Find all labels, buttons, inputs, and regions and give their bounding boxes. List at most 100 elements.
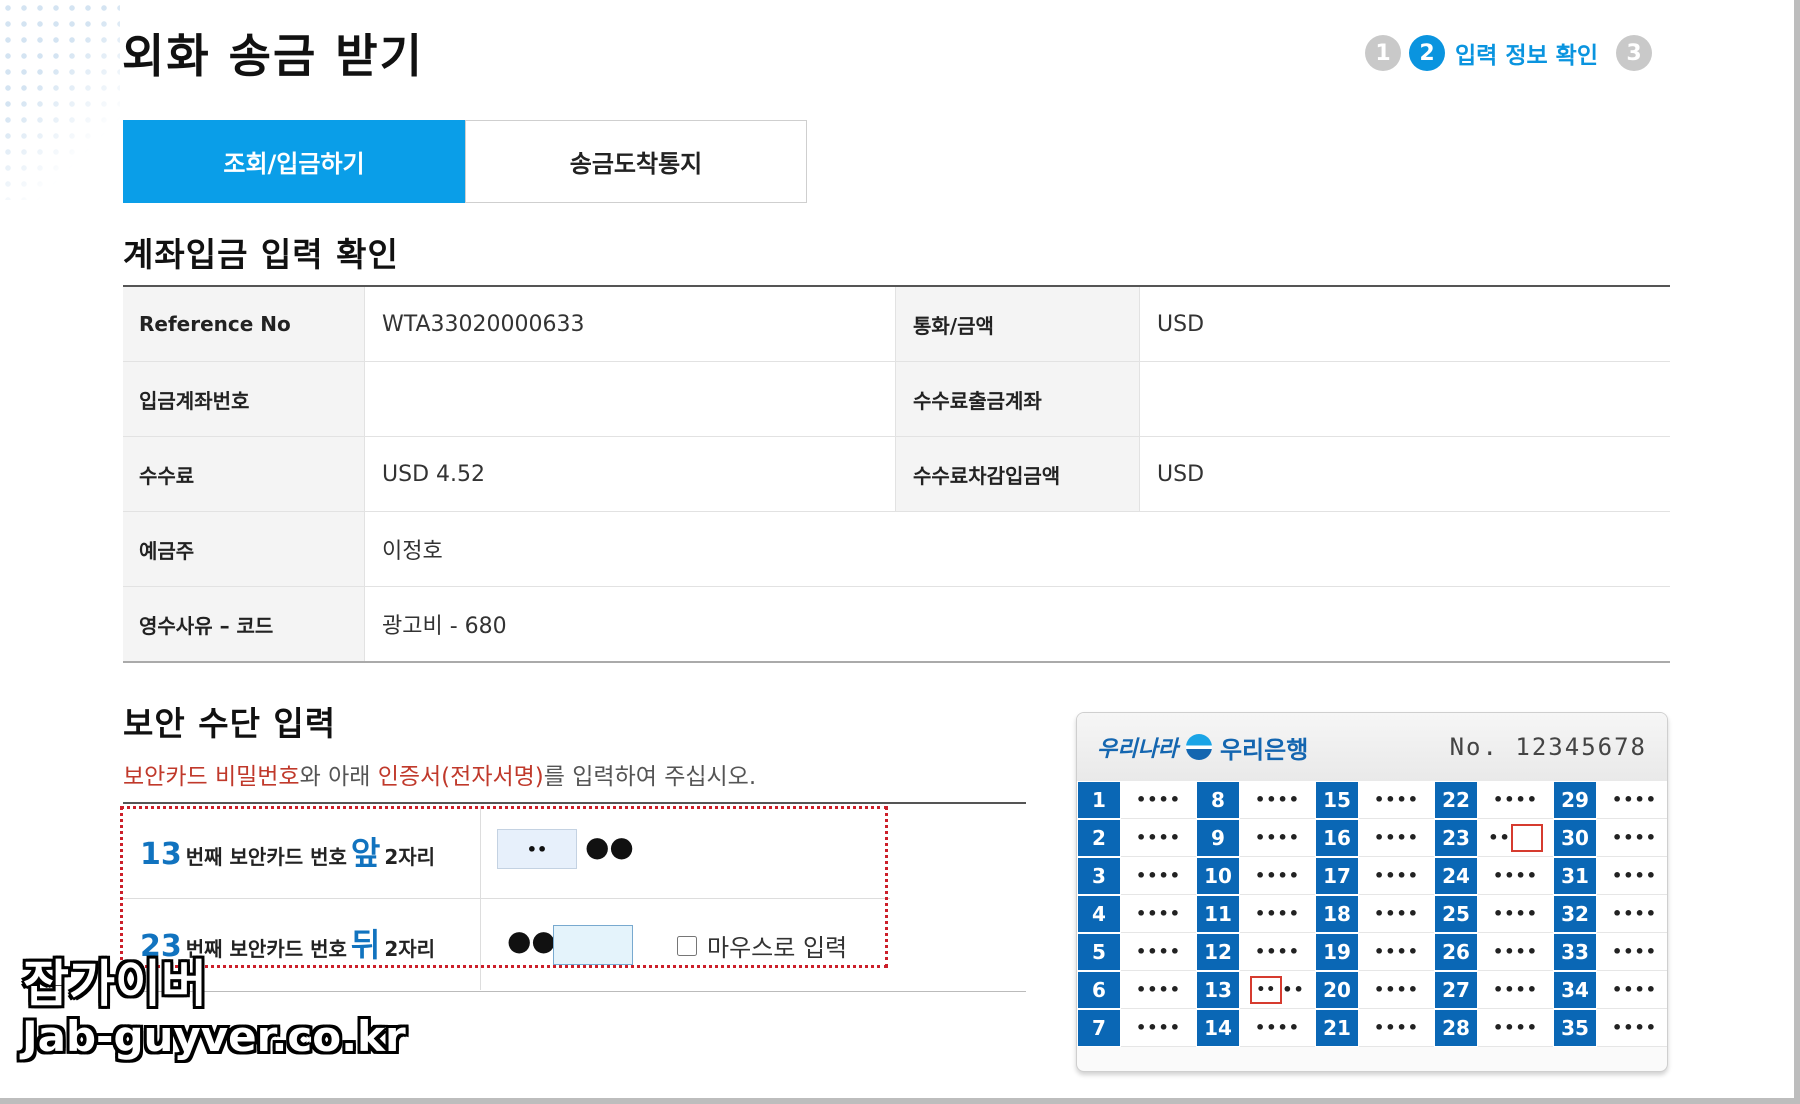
card-cell-number: 24 (1434, 857, 1478, 895)
currency-amount-label: 통화/금액 (895, 287, 1140, 361)
card-cell-number: 23 (1434, 819, 1478, 857)
masked-digits: •• (1282, 980, 1305, 999)
tab-inquiry-deposit[interactable]: 조회/입금하기 (123, 120, 465, 203)
security-card-image: 우리나라 우리은행 No. 12345678 1 •••• 8 •••• 15 •••• 2… (1076, 712, 1668, 1072)
card-cell-code: •••• (1359, 857, 1434, 895)
card-cell-code: •••• (1121, 781, 1196, 819)
currency-amount-value: USD (1157, 311, 1205, 337)
card-cell-number: 34 (1553, 971, 1597, 1009)
card-cell-code: •••• (1597, 933, 1667, 971)
card-cell-code: •••• (1359, 971, 1434, 1009)
table-row: Reference No WTA33020000633 통화/금액 USD (123, 287, 1670, 362)
security-instruction: 보안카드 비밀번호와 아래 인증서(전자서명)를 입력하여 주십시오. (123, 757, 756, 791)
page-title: 외화 송금 받기 (122, 29, 424, 83)
card-cell-number: 14 (1196, 1009, 1240, 1047)
card-cell-code: •••• (1121, 971, 1196, 1009)
card-cell-number: 33 (1553, 933, 1597, 971)
card-cell-number: 28 (1434, 1009, 1478, 1047)
receipt-reason-label: 영수사유 – 코드 (123, 587, 365, 661)
card-cell-code: •••• (1478, 857, 1553, 895)
receipt-reason-value: 광고비 - 680 (382, 614, 507, 639)
card-cell-code: •••• (1478, 971, 1553, 1009)
step-indicator: 1 2 입력 정보 확인 3 (1365, 35, 1652, 71)
card-cell-number: 11 (1196, 895, 1240, 933)
card-cell-number: 7 (1077, 1009, 1121, 1047)
instruction-text-2: 를 입력하여 주십시오. (543, 764, 757, 790)
instruction-card-pw: 보안카드 비밀번호 (123, 764, 300, 790)
step-2-icon: 2 (1409, 35, 1445, 71)
card-cell-code: •••• (1359, 781, 1434, 819)
card-cell-code: •••• (1121, 895, 1196, 933)
deposit-account-value (365, 362, 895, 436)
brand-script: 우리나라 (1097, 737, 1178, 762)
card-cell-code: •••• (1121, 819, 1196, 857)
card-cell-number: 25 (1434, 895, 1478, 933)
card-cell-code: •••• (1359, 819, 1434, 857)
brand-name: 우리은행 (1219, 735, 1309, 764)
table-row: 영수사유 – 코드 광고비 - 680 (123, 587, 1670, 661)
instruction-text-1: 와 아래 (299, 764, 378, 790)
security-top-divider (123, 802, 1026, 804)
card-cell-number: 4 (1077, 895, 1121, 933)
step-3-icon: 3 (1615, 35, 1652, 71)
card-cell-number: 22 (1434, 781, 1478, 819)
card-cell-number: 5 (1077, 933, 1121, 971)
security-card-grid: 1 •••• 8 •••• 15 •••• 22 •••• 29 •••• 2 •••• 9 •••• 16… (1077, 781, 1667, 1047)
card-cell-number: 8 (1196, 781, 1240, 819)
confirm-section-title: 계좌입금 입력 확인 (123, 235, 399, 274)
reference-no-label: Reference No (123, 287, 365, 361)
card-cell-code: •••• (1240, 819, 1315, 857)
fee-account-value (1140, 362, 1670, 436)
highlighted-digits: •• (1250, 975, 1283, 1004)
card-cell-number: 3 (1077, 857, 1121, 895)
card-cell-code: •••• (1121, 933, 1196, 971)
step-2-label: 입력 정보 확인 (1455, 43, 1598, 69)
table-row: 입금계좌번호 수수료출금계좌 (123, 362, 1670, 437)
card-cell-code: •••• (1597, 857, 1667, 895)
woori-logo-icon (1185, 734, 1212, 760)
fee-label: 수수료 (123, 437, 365, 511)
card-cell-number: 31 (1553, 857, 1597, 895)
card-cell-code: •••• (1478, 895, 1553, 933)
confirm-info-table: Reference No WTA33020000633 통화/금액 USD 입금… (123, 285, 1670, 663)
tab-bar: 조회/입금하기 송금도착통지 (123, 120, 807, 203)
reference-no-value: WTA33020000633 (382, 311, 585, 337)
card-cell-number: 30 (1553, 819, 1597, 857)
security-card-header: 우리나라 우리은행 No. 12345678 (1077, 713, 1667, 782)
instruction-cert: 인증서(전자서명) (377, 764, 544, 790)
card-cell-number: 1 (1077, 781, 1121, 819)
card-cell-number: 18 (1315, 895, 1359, 933)
step-1-icon: 1 (1365, 35, 1401, 71)
tab-remittance-notice[interactable]: 송금도착통지 (465, 120, 807, 203)
card-cell-code: •••• (1597, 1009, 1667, 1047)
deposit-account-label: 입금계좌번호 (123, 362, 365, 436)
card-cell-number: 6 (1077, 971, 1121, 1009)
masked-digits: •• (1488, 828, 1511, 847)
card-cell-code: •••• (1597, 819, 1667, 857)
card-cell-code: •••• (1478, 933, 1553, 971)
card-cell-code: •••• (1240, 971, 1315, 1009)
card-cell-number: 20 (1315, 971, 1359, 1009)
decorative-dots (0, 0, 120, 200)
net-deposit-label: 수수료차감입금액 (895, 437, 1140, 511)
highlighted-digits (1510, 823, 1543, 852)
table-row: 예금주 이정호 (123, 512, 1670, 587)
net-deposit-value: USD (1157, 461, 1205, 487)
table-row: 수수료 USD 4.52 수수료차감입금액 USD (123, 437, 1670, 512)
card-cell-code: •••• (1478, 1009, 1553, 1047)
security-card-number: No. 12345678 (1449, 733, 1647, 761)
card-cell-code: •••• (1240, 781, 1315, 819)
card-cell-number: 35 (1553, 1009, 1597, 1047)
card-cell-code: •••• (1240, 857, 1315, 895)
card-cell-number: 17 (1315, 857, 1359, 895)
security-section-title: 보안 수단 입력 (123, 704, 337, 743)
card-cell-code: •••• (1240, 933, 1315, 971)
card-cell-number: 9 (1196, 819, 1240, 857)
card-cell-number: 2 (1077, 819, 1121, 857)
card-cell-number: 21 (1315, 1009, 1359, 1047)
card-cell-code: •••• (1121, 1009, 1196, 1047)
card-cell-number: 32 (1553, 895, 1597, 933)
security-input-highlight (120, 806, 888, 968)
fee-account-label: 수수료출금계좌 (895, 362, 1140, 436)
card-cell-code: •• (1478, 819, 1553, 857)
